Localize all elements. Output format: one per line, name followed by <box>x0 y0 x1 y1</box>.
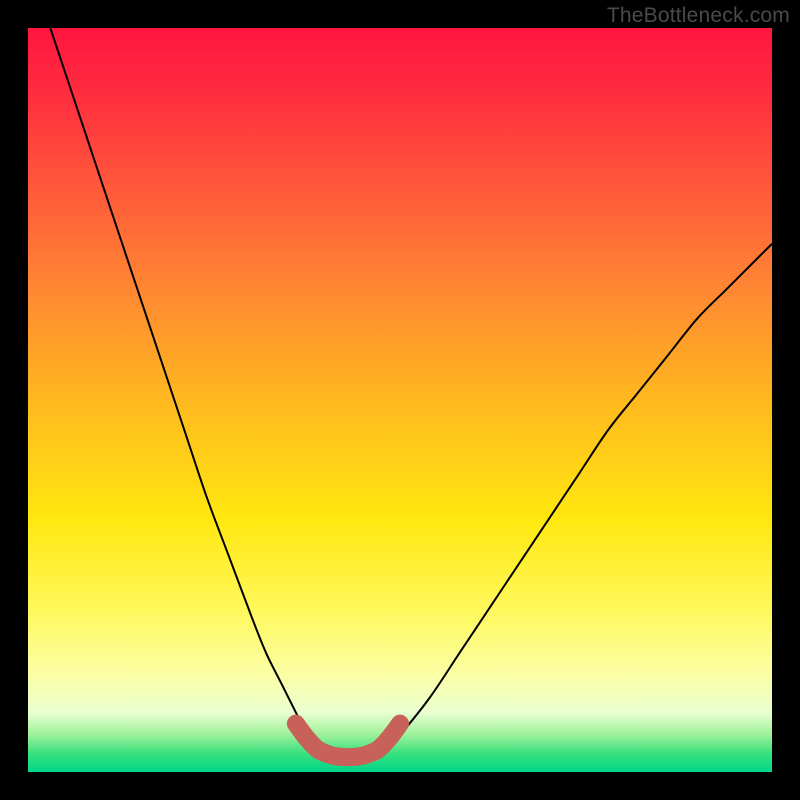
bottleneck-curve <box>50 28 772 758</box>
plot-svg <box>28 28 772 772</box>
gradient-plot-area <box>28 28 772 772</box>
optimal-range-marker <box>296 724 400 757</box>
attribution-text: TheBottleneck.com <box>607 4 790 28</box>
